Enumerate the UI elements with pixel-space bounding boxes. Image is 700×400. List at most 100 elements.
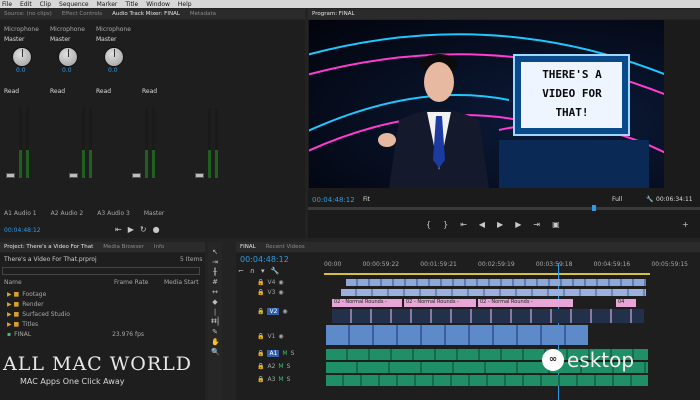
- tab-media-browser[interactable]: Media Browser: [103, 244, 144, 250]
- track-label[interactable]: V3: [267, 289, 275, 296]
- channel-input[interactable]: Microphone: [4, 26, 44, 33]
- mark-out-icon[interactable]: }: [443, 220, 448, 229]
- track-label[interactable]: V1: [267, 333, 275, 340]
- project-search-input[interactable]: [2, 267, 200, 275]
- zoom-fit-select[interactable]: Fit: [363, 196, 370, 203]
- lock-icon[interactable]: 🔒: [257, 363, 264, 370]
- pen-icon[interactable]: ✎: [211, 328, 219, 336]
- mute-icon[interactable]: M: [278, 363, 283, 370]
- lock-icon[interactable]: 🔒: [257, 279, 264, 286]
- tab-audio-mixer[interactable]: Audio Track Mixer: FINAL: [112, 11, 180, 17]
- list-item[interactable]: ▶ ■ Render: [4, 299, 200, 309]
- menu-help[interactable]: Help: [178, 1, 192, 8]
- menu-clip[interactable]: Clip: [40, 1, 51, 8]
- pan-knob[interactable]: [104, 47, 124, 67]
- menu-title[interactable]: Title: [125, 1, 138, 8]
- tab-metadata[interactable]: Metadata: [190, 11, 216, 17]
- menu-window[interactable]: Window: [146, 1, 170, 8]
- zoom-icon[interactable]: 🔍: [211, 348, 220, 356]
- go-to-in-icon[interactable]: ⇤: [115, 225, 122, 234]
- export-frame-icon[interactable]: ▣: [552, 220, 560, 229]
- automation-mode[interactable]: Read: [50, 88, 90, 95]
- mute-icon[interactable]: M: [282, 350, 287, 357]
- channel-mode[interactable]: Master: [50, 36, 90, 43]
- playback-resolution-select[interactable]: Full: [612, 196, 622, 203]
- solo-icon[interactable]: S: [287, 376, 291, 383]
- automation-mode[interactable]: Read: [4, 88, 44, 95]
- razor-icon[interactable]: ◆: [211, 298, 219, 306]
- linked-selection-icon[interactable]: ∩: [250, 267, 255, 275]
- tab-info[interactable]: Info: [154, 244, 164, 250]
- go-to-in-icon[interactable]: ⇤: [460, 220, 467, 229]
- tab-program[interactable]: Program: FINAL: [312, 11, 355, 17]
- program-scrubber[interactable]: [308, 205, 700, 211]
- column-name[interactable]: Name: [4, 279, 114, 286]
- tab-effect-controls[interactable]: Effect Controls: [62, 11, 102, 17]
- list-item[interactable]: ▶ ■ Titles: [4, 319, 200, 329]
- track-label[interactable]: A1: [267, 350, 280, 357]
- list-item[interactable]: ▶ ■ Surfaced Studio: [4, 309, 200, 319]
- channel-input[interactable]: Microphone: [96, 26, 136, 33]
- settings-icon[interactable]: 🔧: [271, 267, 280, 275]
- volume-fader[interactable]: [132, 173, 141, 178]
- slip-icon[interactable]: |↔|: [211, 308, 219, 324]
- solo-icon[interactable]: S: [287, 363, 291, 370]
- add-marker-icon[interactable]: ▾: [261, 267, 265, 275]
- record-icon[interactable]: ●: [153, 225, 160, 234]
- eye-icon[interactable]: ◉: [282, 308, 287, 315]
- tab-source[interactable]: Source: (no clips): [4, 11, 52, 17]
- clip-v3[interactable]: [341, 289, 646, 296]
- column-media-start[interactable]: Media Start: [164, 279, 199, 286]
- loop-icon[interactable]: ↻: [140, 225, 147, 234]
- menu-marker[interactable]: Marker: [97, 1, 118, 8]
- menu-file[interactable]: File: [2, 1, 12, 8]
- volume-fader[interactable]: [195, 173, 204, 178]
- lock-icon[interactable]: 🔒: [257, 350, 264, 357]
- volume-fader[interactable]: [69, 173, 78, 178]
- clip-v1[interactable]: [326, 325, 588, 345]
- lock-icon[interactable]: 🔒: [257, 308, 264, 315]
- selection-tool-icon[interactable]: ↖: [211, 248, 219, 256]
- clip-a3[interactable]: [326, 375, 648, 386]
- solo-icon[interactable]: S: [291, 350, 295, 357]
- track-label[interactable]: A2: [267, 363, 275, 370]
- channel-mode[interactable]: Master: [96, 36, 136, 43]
- clip-v2-video[interactable]: [332, 309, 644, 323]
- clip-v2-title[interactable]: 04: [616, 299, 636, 307]
- track-label[interactable]: V2: [267, 307, 280, 315]
- list-item[interactable]: ▪ FINAL 23.976 fps: [4, 329, 200, 339]
- eye-icon[interactable]: ◉: [278, 289, 283, 296]
- add-button-icon[interactable]: +: [682, 220, 689, 229]
- time-ruler[interactable]: 00:00 00:00:59:22 00:01:59:21 00:02:59:1…: [324, 261, 700, 271]
- channel-mode[interactable]: Master: [4, 36, 44, 43]
- slide-icon[interactable]: ↔|: [211, 318, 219, 326]
- ripple-edit-icon[interactable]: ╫: [211, 268, 219, 276]
- menu-sequence[interactable]: Sequence: [59, 1, 89, 8]
- clip-v2-title[interactable]: 02 - Normal Rounds -: [404, 299, 476, 307]
- clip-v2-title[interactable]: 02 - Normal Rounds -: [478, 299, 573, 307]
- track-select-icon[interactable]: ⇥: [211, 258, 219, 266]
- eye-icon[interactable]: ◉: [278, 333, 283, 340]
- play-icon[interactable]: ▶: [497, 220, 503, 229]
- work-area-bar[interactable]: [324, 273, 650, 275]
- hand-icon[interactable]: ✋: [211, 338, 220, 346]
- go-to-out-icon[interactable]: ⇥: [533, 220, 540, 229]
- clip-v2-title[interactable]: 02 - Normal Rounds -: [332, 299, 402, 307]
- step-forward-icon[interactable]: ▶: [515, 220, 521, 229]
- tab-sequence-final[interactable]: FINAL: [240, 244, 256, 250]
- column-frame-rate[interactable]: Frame Rate: [114, 279, 164, 286]
- lock-icon[interactable]: 🔒: [257, 333, 264, 340]
- playhead-marker[interactable]: [592, 205, 596, 211]
- volume-fader[interactable]: [6, 173, 15, 178]
- lock-icon[interactable]: 🔒: [257, 289, 264, 296]
- automation-mode[interactable]: Read: [96, 88, 136, 95]
- tab-recent-videos[interactable]: Recent Videos: [266, 244, 305, 250]
- list-item[interactable]: ▶ ■ Footage: [4, 289, 200, 299]
- track-label[interactable]: A3: [267, 376, 275, 383]
- channel-input[interactable]: Microphone: [50, 26, 90, 33]
- settings-icon[interactable]: 🔧: [646, 196, 653, 203]
- rolling-edit-icon[interactable]: #: [211, 278, 219, 286]
- automation-mode[interactable]: Read: [142, 88, 182, 95]
- clip-v4[interactable]: [346, 279, 646, 286]
- mark-in-icon[interactable]: {: [426, 220, 431, 229]
